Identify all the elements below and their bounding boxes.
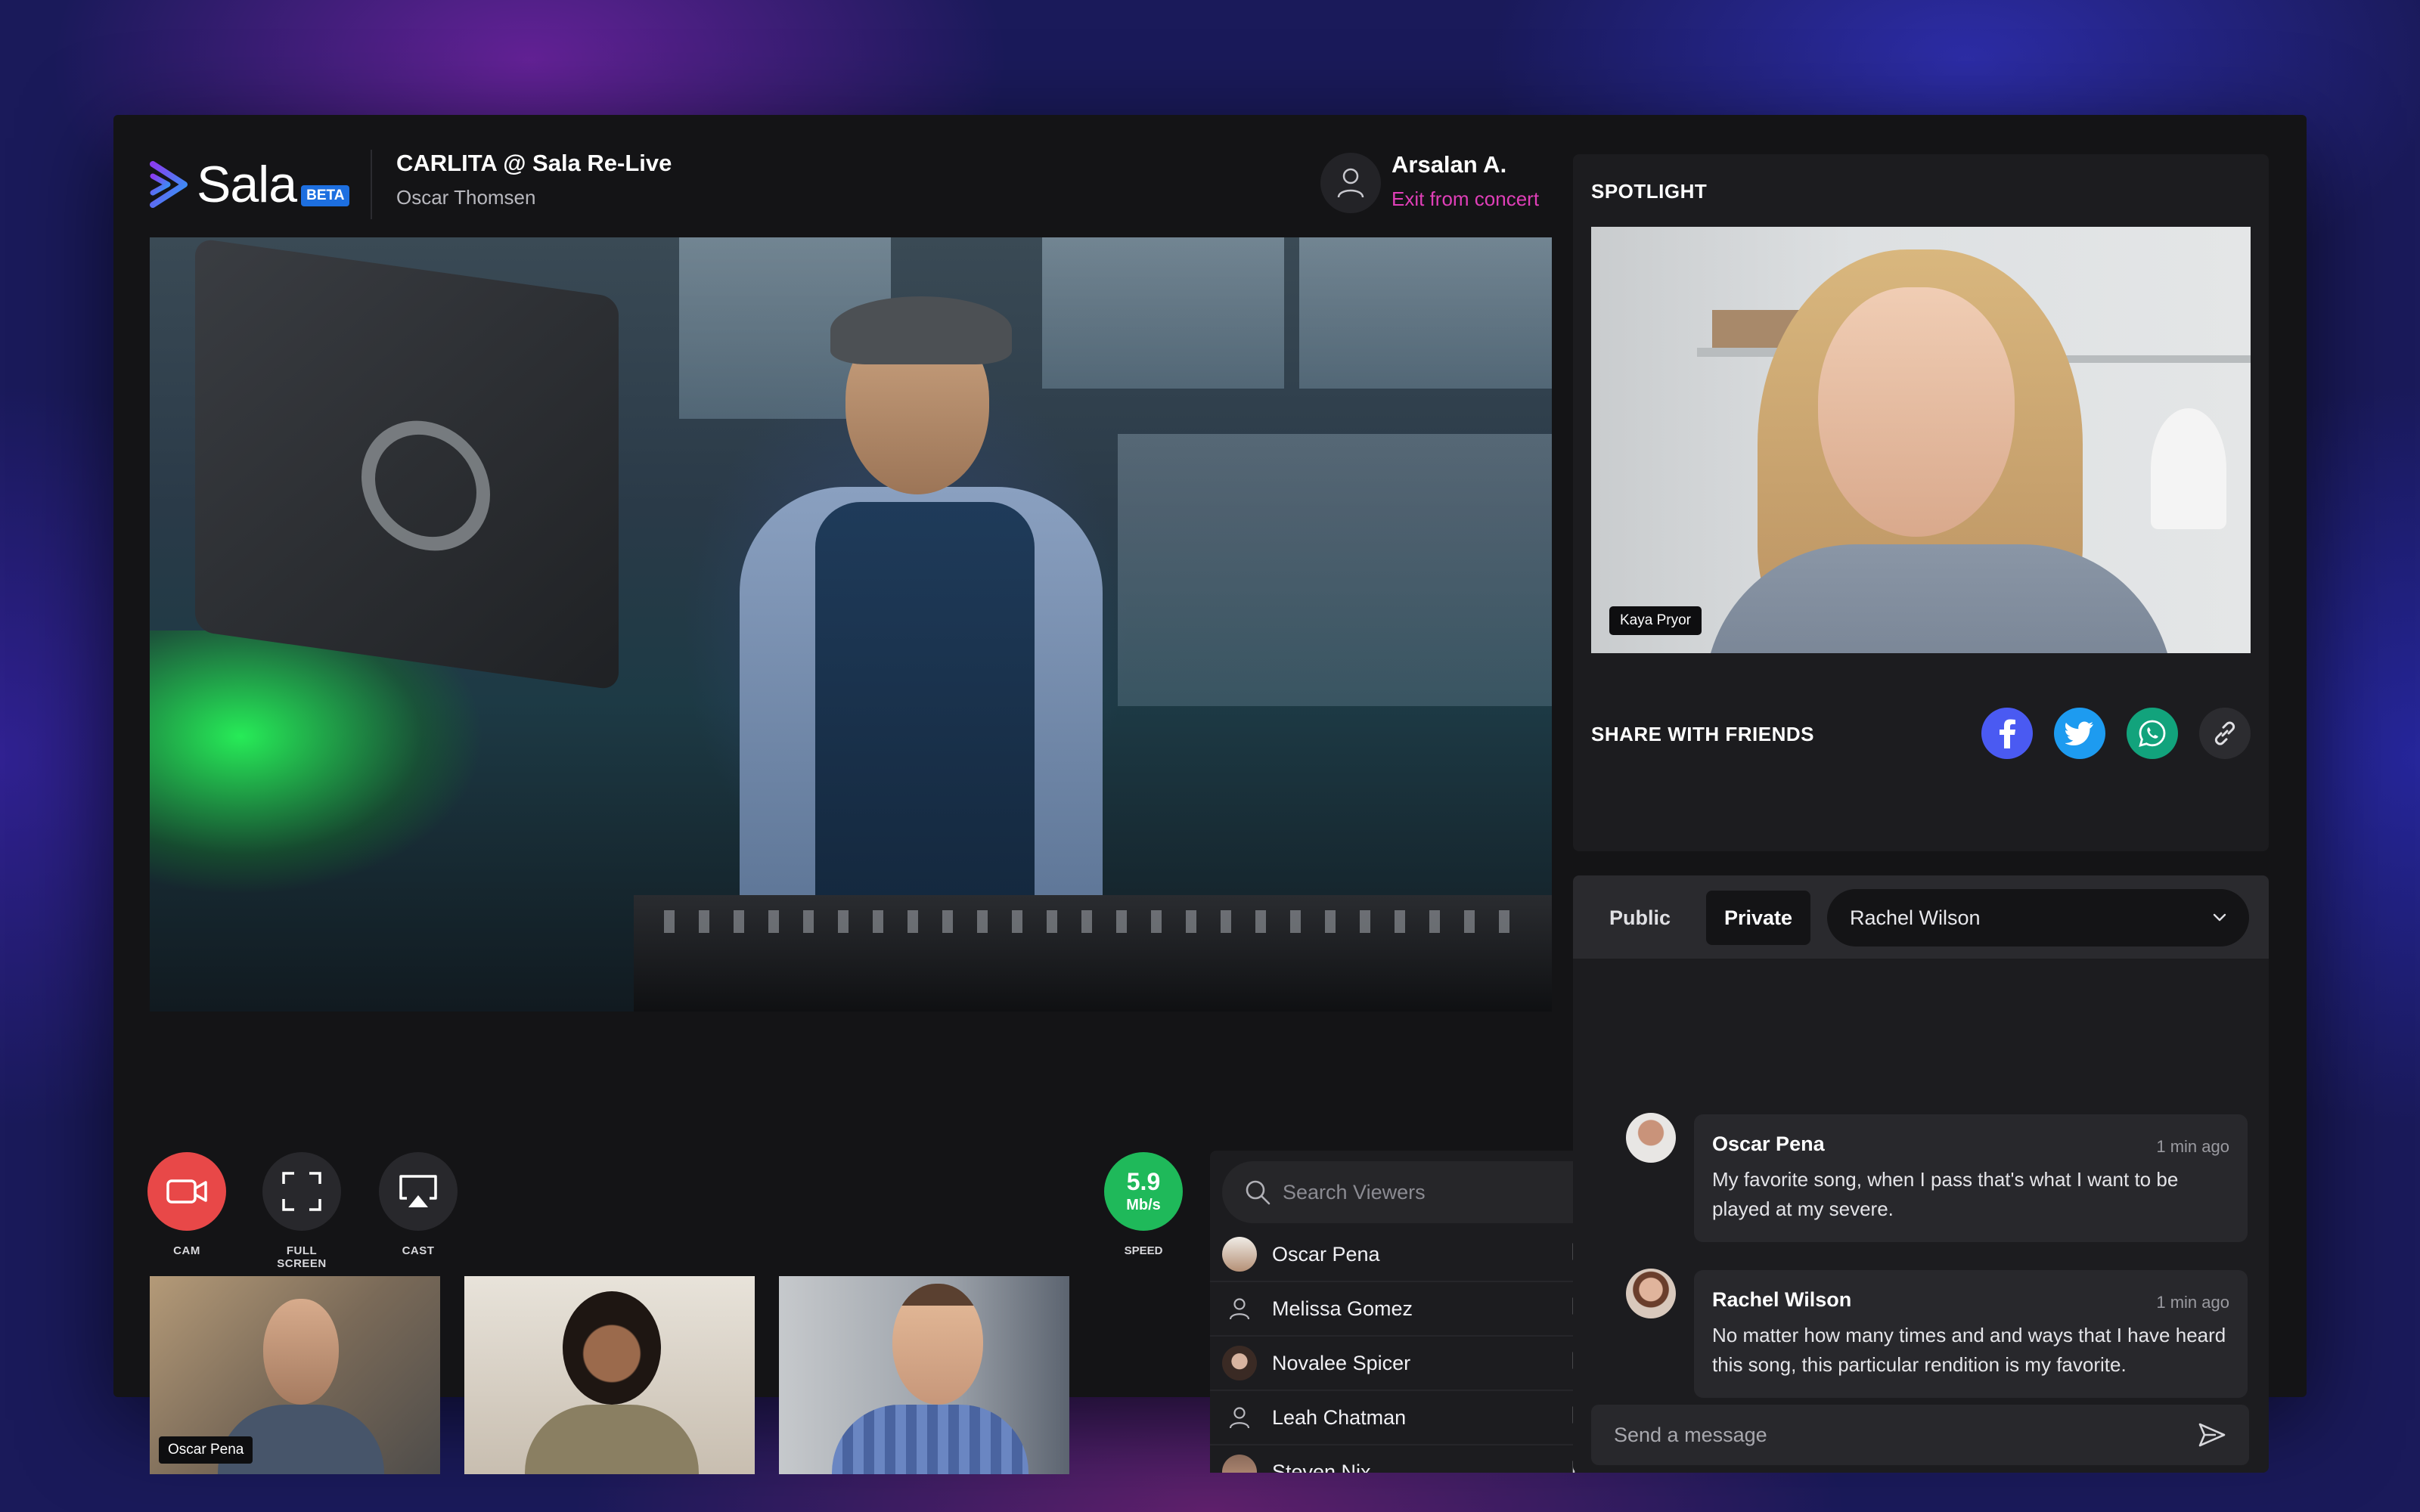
viewer-name: Steven Nix — [1272, 1460, 1371, 1473]
laptop — [195, 237, 619, 691]
participant-name-tag: Oscar Pena — [159, 1436, 253, 1464]
beta-badge: BETA — [301, 185, 350, 206]
bg-shelf — [2060, 355, 2251, 363]
whatsapp-icon — [2139, 720, 2166, 747]
tab-public[interactable]: Public — [1591, 891, 1689, 945]
viewer-name: Leah Chatman — [1272, 1405, 1407, 1429]
viewer-name: Melissa Gomez — [1272, 1297, 1413, 1320]
user-avatar[interactable] — [1320, 153, 1381, 213]
cam-button[interactable] — [147, 1152, 226, 1231]
chat-message: Oscar Pena 1 min ago My favorite song, w… — [1694, 1114, 2248, 1242]
bg-lamp — [2151, 408, 2226, 529]
speed-unit: Mb/s — [1126, 1196, 1161, 1213]
viewer-avatar — [1222, 1346, 1257, 1380]
share-whatsapp-button[interactable] — [2127, 708, 2178, 759]
fullscreen-label: FULL SCREEN — [277, 1244, 327, 1270]
camera-icon — [166, 1179, 207, 1204]
cast-button[interactable] — [379, 1152, 458, 1231]
dj-cap — [830, 296, 1012, 364]
message-text: My favorite song, when I pass that's wha… — [1712, 1168, 2179, 1220]
event-artist: Oscar Thomsen — [396, 186, 536, 209]
message-author: Oscar Pena — [1712, 1132, 1825, 1155]
message-author: Rachel Wilson — [1712, 1288, 1852, 1311]
fullscreen-icon — [282, 1172, 321, 1211]
message-time: 1 min ago — [2156, 1293, 2229, 1312]
dj-mixer — [634, 895, 1552, 1012]
message-text: No matter how many times and and ways th… — [1712, 1324, 2226, 1376]
fullscreen-control: FULL SCREEN — [260, 1152, 343, 1270]
spotlight-video[interactable]: Kaya Pryor — [1591, 227, 2251, 653]
spotlight-face — [1818, 287, 2015, 537]
chat-body: Oscar Pena 1 min ago My favorite song, w… — [1573, 959, 2269, 1473]
message-avatar — [1626, 1113, 1676, 1163]
cam-control: CAM — [145, 1152, 228, 1257]
speed-badge: 5.9 Mb/s — [1104, 1152, 1183, 1231]
user-icon — [1337, 168, 1364, 198]
viewer-name: Oscar Pena — [1272, 1242, 1380, 1266]
spotlight-panel: SPOTLIGHT Kaya Pryor SHARE WITH FRIENDS — [1573, 154, 2269, 851]
link-icon — [2214, 721, 2235, 745]
dj-vest — [815, 502, 1035, 910]
bg-window — [1042, 237, 1284, 389]
participant-thumbnail[interactable] — [779, 1276, 1069, 1474]
cast-control: CAST — [377, 1152, 460, 1257]
cast-label: CAST — [402, 1244, 435, 1257]
user-icon — [1229, 1298, 1250, 1320]
brand-name: Sala — [197, 156, 297, 213]
participant-thumbnail[interactable] — [464, 1276, 755, 1474]
chat-header: Public Private Rachel Wilson — [1573, 875, 2269, 959]
fullscreen-button[interactable] — [262, 1152, 341, 1231]
send-icon — [2198, 1423, 2226, 1447]
chevron-down-icon — [2213, 913, 2226, 922]
recipient-select[interactable]: Rachel Wilson — [1827, 889, 2249, 947]
viewer-avatar — [1222, 1455, 1257, 1473]
user-name: Arsalan A. — [1392, 151, 1507, 178]
viewer-avatar — [1222, 1237, 1257, 1272]
share-facebook-button[interactable] — [1981, 708, 2033, 759]
tab-private[interactable]: Private — [1706, 891, 1811, 945]
viewer-name: Novalee Spicer — [1272, 1351, 1411, 1374]
facebook-icon — [2000, 719, 2015, 748]
viewer-avatar — [1222, 1400, 1257, 1435]
header-divider — [371, 150, 372, 219]
sala-logo-icon — [150, 161, 188, 208]
app-window: Sala BETA CARLITA @ Sala Re-Live Oscar T… — [113, 115, 2307, 1474]
share-twitter-button[interactable] — [2054, 708, 2105, 759]
spotlight-name-tag: Kaya Pryor — [1609, 606, 1702, 635]
viewer-avatar — [1222, 1291, 1257, 1326]
twitter-icon — [2065, 721, 2093, 745]
bg-window — [1299, 237, 1552, 389]
bg-window — [1118, 434, 1552, 706]
message-avatar — [1626, 1269, 1676, 1318]
user-icon — [1229, 1407, 1250, 1429]
cam-label: CAM — [173, 1244, 200, 1257]
message-time: 1 min ago — [2156, 1137, 2229, 1156]
share-title: SHARE WITH FRIENDS — [1591, 723, 1814, 745]
participant-thumbnail[interactable]: Oscar Pena — [150, 1276, 440, 1474]
sala-logo[interactable]: Sala BETA — [150, 154, 350, 215]
message-input[interactable] — [1614, 1423, 2198, 1447]
cast-icon — [399, 1175, 437, 1207]
search-icon — [1246, 1180, 1270, 1205]
send-button[interactable] — [2198, 1422, 2226, 1448]
exit-concert-link[interactable]: Exit from concert — [1392, 187, 1539, 211]
speed-indicator: 5.9 Mb/s SPEED — [1104, 1152, 1183, 1257]
message-composer — [1591, 1405, 2249, 1465]
spotlight-title: SPOTLIGHT — [1591, 180, 1708, 203]
event-title: CARLITA @ Sala Re-Live — [396, 150, 672, 176]
speed-value: 5.9 — [1126, 1167, 1161, 1195]
copy-link-button[interactable] — [2199, 708, 2251, 759]
speed-label: SPEED — [1124, 1244, 1163, 1257]
main-video-stream[interactable] — [150, 237, 1552, 1012]
chat-message: Rachel Wilson 1 min ago No matter how ma… — [1694, 1270, 2248, 1398]
recipient-name: Rachel Wilson — [1850, 906, 1981, 929]
